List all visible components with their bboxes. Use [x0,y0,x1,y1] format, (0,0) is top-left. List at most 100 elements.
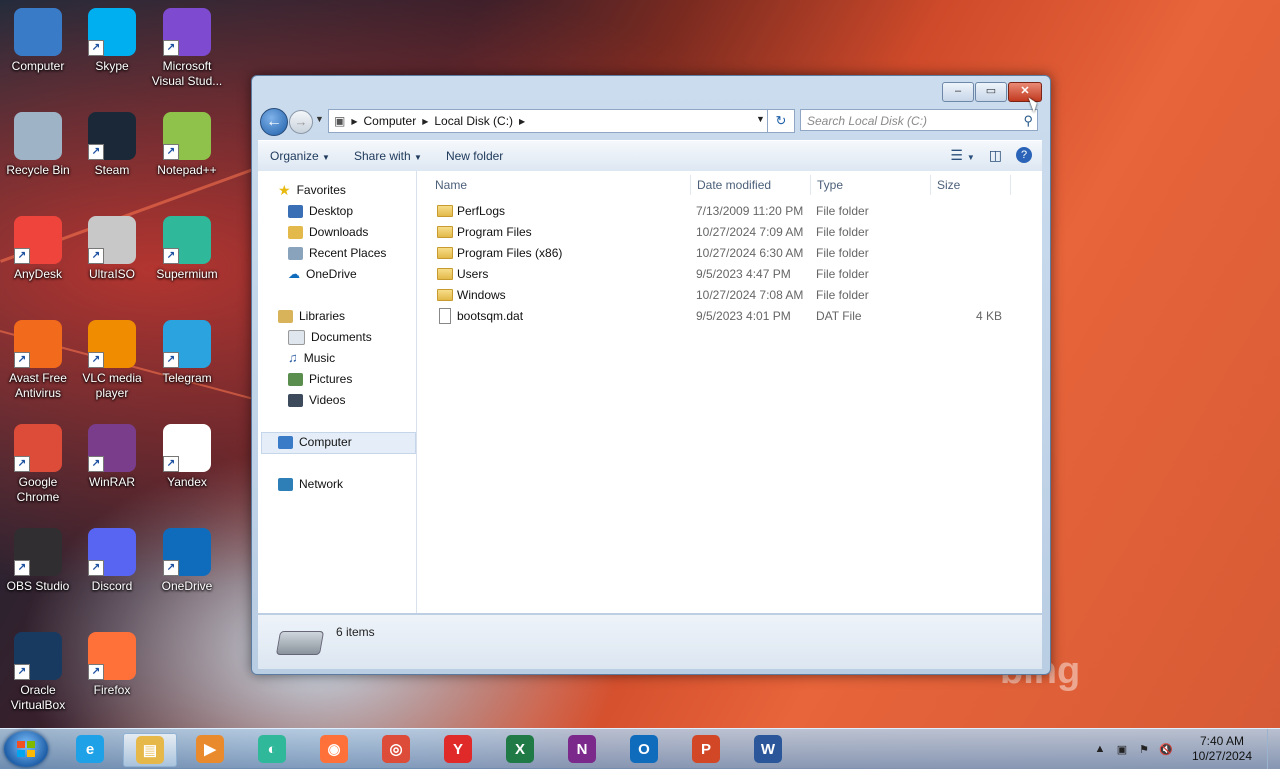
nav-network[interactable]: Network [278,474,343,494]
nav-videos[interactable]: Videos [288,390,345,410]
desktop-icon-chrome[interactable]: ↗ Google Chrome [0,424,76,505]
network-tray-icon[interactable]: ▣ [1114,743,1130,756]
arrow-left-icon: ← [266,113,282,130]
taskbar-excel-button[interactable]: X [494,733,546,765]
desktop-icon-recycle-bin[interactable]: Recycle Bin [0,112,76,178]
taskbar-onenote-button[interactable]: N [556,733,608,765]
desktop-icon-supermium[interactable]: ↗ Supermium [149,216,225,282]
documents-icon [288,329,305,345]
address-dropdown[interactable]: ▼ [756,114,765,124]
desktop-icon-onedrive[interactable]: ↗ OneDrive [149,528,225,594]
taskbar-chrome-button[interactable]: ◎ [370,733,422,765]
column-name[interactable]: Name [429,175,691,195]
show-desktop-button[interactable] [1267,729,1280,769]
desktop-icon-avast[interactable]: ↗ Avast Free Antivirus [0,320,76,401]
column-type[interactable]: Type [811,175,931,195]
desktop-icon-discord[interactable]: ↗ Discord [74,528,150,594]
star-icon: ★ [278,182,291,198]
taskbar-outlook-button[interactable]: O [618,733,670,765]
breadcrumb-local-disk[interactable]: Local Disk (C:) [428,114,519,128]
taskbar-yandex-button[interactable]: Y [432,733,484,765]
file-row[interactable]: Program Files (x86) 10/27/2024 6:30 AM Fil… [417,243,1042,264]
taskbar-internet-explorer-button[interactable]: e [64,733,116,765]
desktop-icon-virtualbox[interactable]: ↗ Oracle VirtualBox [0,632,76,713]
close-button[interactable]: ✕ [1008,82,1042,102]
nav-libraries[interactable]: Libraries [278,306,345,326]
address-bar[interactable]: ▣ ▶ Computer ▶ Local Disk (C:) ▶ [328,109,778,133]
nav-desktop[interactable]: Desktop [288,201,353,221]
taskbar-supermium-button[interactable]: ◐ [246,733,298,765]
taskbar-file-explorer-button[interactable]: ▤ [123,733,177,767]
file-row[interactable]: PerfLogs 7/13/2009 11:20 PM File folder [417,201,1042,222]
desktop-icon-obs[interactable]: ↗ OBS Studio [0,528,76,594]
action-center-flag-icon[interactable]: ⚑ [1136,743,1152,756]
recent-pages-dropdown[interactable]: ▼ [315,114,324,124]
libraries-icon [278,309,293,323]
search-icon[interactable]: ⚲ [1023,110,1033,132]
shortcut-arrow-icon: ↗ [163,352,179,368]
desktop-icon-vlc[interactable]: ↗ VLC media player [74,320,150,401]
desktop-icon-winrar[interactable]: ↗ WinRAR [74,424,150,490]
navigation-pane: ★ Favorites Desktop Downloads Recent Plac… [258,171,417,613]
start-button[interactable] [4,731,48,767]
desktop-icon-notepad-plus-plus[interactable]: ↗ Notepad++ [149,112,225,178]
nav-downloads[interactable]: Downloads [288,222,368,242]
desktop-icon-label: UltraISO [88,267,135,281]
virtualbox-icon: ↗ [14,632,62,680]
desktop-icon-anydesk[interactable]: ↗ AnyDesk [0,216,76,282]
desktop-icon-firefox[interactable]: ↗ Firefox [74,632,150,698]
nav-pictures[interactable]: Pictures [288,369,352,389]
nav-documents[interactable]: Documents [288,327,372,347]
desktop-icon-skype[interactable]: ↗ Skype [74,8,150,74]
taskbar-media-player-button[interactable]: ▶ [184,733,236,765]
firefox-icon: ◉ [320,735,348,763]
column-size[interactable]: Size [931,175,1011,195]
clock[interactable]: 7:40 AM 10/27/2024 [1177,734,1267,764]
breadcrumb-computer[interactable]: Computer [358,114,423,128]
file-row[interactable]: bootsqm.dat 9/5/2023 4:01 PM DAT File 4 KB [417,306,1042,327]
file-row[interactable]: Users 9/5/2023 4:47 PM File folder [417,264,1042,285]
maximize-button[interactable]: ▭ [975,82,1007,102]
desktop-icon-computer[interactable]: Computer [0,8,76,74]
minimize-button[interactable]: ‒ [942,82,974,102]
taskbar-firefox-button[interactable]: ◉ [308,733,360,765]
file-date: 10/27/2024 7:09 AM [696,225,804,239]
visual-studio-icon: ↗ [163,8,211,56]
share-with-button[interactable]: Share with ▼ [342,149,434,163]
view-options-icon[interactable]: ☰ ▼ [950,147,974,164]
volume-muted-icon[interactable]: 🔇 [1158,743,1174,756]
search-input[interactable]: Search Local Disk (C:) ⚲ [800,109,1038,131]
desktop-icon-ultraiso[interactable]: ↗ UltraISO [74,216,150,282]
show-hidden-icons-icon[interactable]: ▲ [1092,743,1108,755]
refresh-button[interactable]: ↻ [767,109,795,133]
help-icon[interactable]: ? [1016,147,1032,163]
file-row[interactable]: Windows 10/27/2024 7:08 AM File folder [417,285,1042,306]
media-player-icon: ▶ [196,735,224,763]
desktop-icon-label: Telegram [162,371,212,385]
taskbar-word-button[interactable]: W [742,733,794,765]
new-folder-button[interactable]: New folder [434,149,515,163]
preview-pane-icon[interactable]: ◫ [989,147,1002,164]
file-list: Name Date modified Type Size PerfLogs 7/1… [417,171,1042,613]
file-row[interactable]: Program Files 10/27/2024 7:09 AM File fold… [417,222,1042,243]
nav-favorites[interactable]: ★ Favorites [278,180,346,200]
column-date-modified[interactable]: Date modified [691,175,811,195]
folder-icon [437,226,453,238]
desktop-icon-visual-studio[interactable]: ↗ Microsoft Visual Stud... [149,8,225,89]
desktop-icon-yandex[interactable]: ↗ Yandex [149,424,225,490]
nav-music[interactable]: ♫ Music [288,348,335,368]
organize-button[interactable]: Organize ▼ [258,149,342,163]
taskbar-powerpoint-button[interactable]: P [680,733,732,765]
nav-recent-places[interactable]: Recent Places [288,243,386,263]
desktop-icon-telegram[interactable]: ↗ Telegram [149,320,225,386]
nav-label: Network [299,477,344,491]
shortcut-arrow-icon: ↗ [88,664,104,680]
forward-button[interactable]: → [289,110,313,134]
breadcrumb-chevron-icon[interactable]: ▶ [519,117,525,126]
desktop-icon-steam[interactable]: ↗ Steam [74,112,150,178]
nav-computer[interactable]: Computer [278,432,352,452]
nav-onedrive[interactable]: ☁ OneDrive [288,264,357,284]
back-button[interactable]: ← [260,108,288,136]
shortcut-arrow-icon: ↗ [163,248,179,264]
explorer-window[interactable]: ‒ ▭ ✕ ← → ▼ ▣ ▶ Computer ▶ Local Disk (C… [251,75,1051,675]
